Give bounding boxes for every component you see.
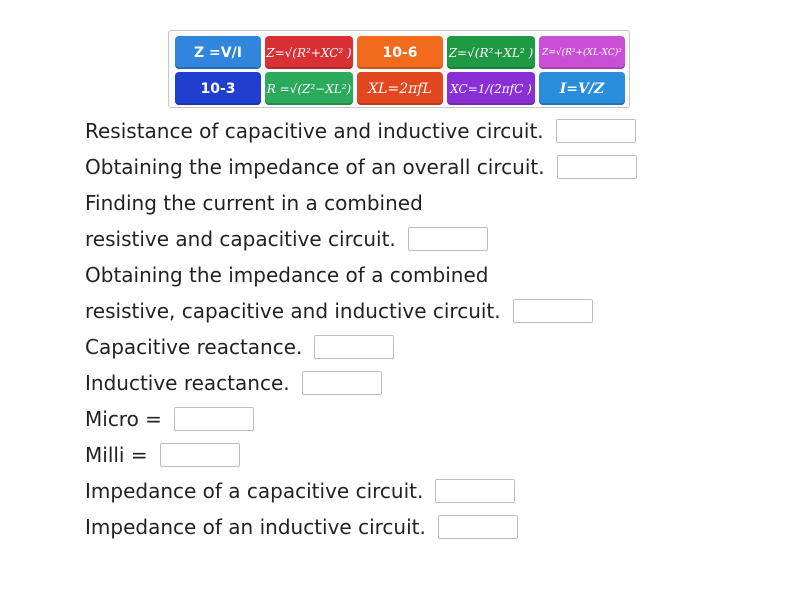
question-text: Resistance of capacitive and inductive c… [85,119,544,143]
answer-drop-slot[interactable] [435,479,516,503]
question-row: Impedance of a capacitive circuit. [85,474,516,508]
question-text: Inductive reactance. [85,371,290,395]
tile-z-v-over-i[interactable]: Z =V/I [175,36,261,69]
question-text: Impedance of a capacitive circuit. [85,479,424,503]
tile-10-6[interactable]: 10-6 [357,36,443,69]
question-row: Milli = [85,438,240,472]
answer-drop-slot[interactable] [173,407,254,431]
question-text: Obtaining the impedance of a combined [85,263,489,287]
answer-drop-slot[interactable] [437,515,518,539]
question-text: resistive and capacitive circuit. [85,227,396,251]
tile-xl-formula[interactable]: XL=2πfL [357,72,443,105]
question-row: Impedance of an inductive circuit. [85,510,518,544]
tile-z-rlc-formula[interactable]: Z=√(R²+(XL-XC)² [539,36,625,69]
question-text: Micro = [85,407,162,431]
answer-drop-slot[interactable] [314,335,395,359]
tile-z-rl-formula[interactable]: Z=√(R²+XL² ) [447,36,535,69]
question-row: Micro = [85,402,254,436]
question-row: resistive, capacitive and inductive circ… [85,294,593,328]
question-row: Capacitive reactance. [85,330,395,364]
answer-drop-slot[interactable] [512,299,593,323]
question-text: Milli = [85,443,148,467]
answer-tile-tray: Z =V/I Z=√(R²+XC² ) 10-6 Z=√(R²+XL² ) Z=… [168,30,630,108]
tile-xc-formula[interactable]: XC=1/(2πfC ) [447,72,535,105]
question-text: Capacitive reactance. [85,335,303,359]
question-row: Obtaining the impedance of an overall ci… [85,150,637,184]
question-text: Obtaining the impedance of an overall ci… [85,155,545,179]
question-row: resistive and capacitive circuit. [85,222,488,256]
question-row: Obtaining the impedance of a combined [85,258,488,292]
answer-drop-slot[interactable] [159,443,240,467]
answer-drop-slot[interactable] [407,227,488,251]
question-row: Inductive reactance. [85,366,382,400]
question-text: Impedance of an inductive circuit. [85,515,426,539]
tile-r-formula[interactable]: R =√(Z²−XL²) [265,72,353,105]
tile-10-3[interactable]: 10-3 [175,72,261,105]
question-row: Resistance of capacitive and inductive c… [85,114,636,148]
question-text: resistive, capacitive and inductive circ… [85,299,501,323]
answer-drop-slot[interactable] [555,119,636,143]
tile-z-rc-formula[interactable]: Z=√(R²+XC² ) [265,36,353,69]
answer-drop-slot[interactable] [301,371,382,395]
question-row: Finding the current in a combined [85,186,423,220]
question-text: Finding the current in a combined [85,191,423,215]
tile-i-v-over-z[interactable]: I=V/Z [539,72,625,105]
answer-drop-slot[interactable] [556,155,637,179]
